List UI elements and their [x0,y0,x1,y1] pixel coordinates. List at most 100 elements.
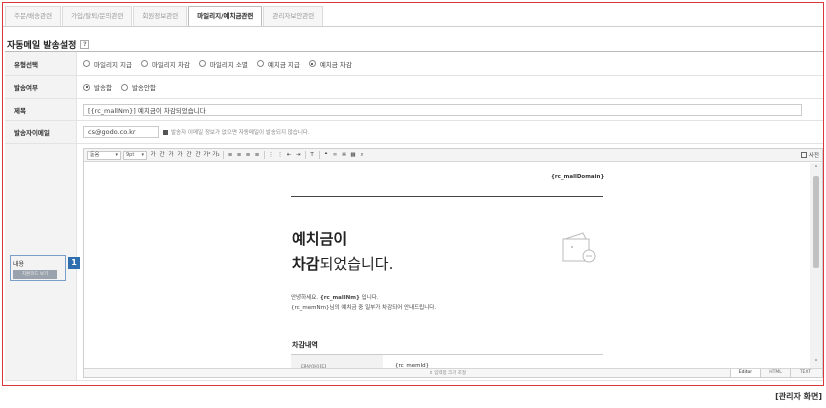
mall-domain-placeholder: {rc_mallDomain} [551,174,605,180]
table-icon[interactable]: ▦ [349,151,357,159]
mail-category-tabs: 주문/배송관련 가입/탈퇴/문의관련 회원정보관련 마일리지/예치금관련 관리자… [5,6,324,26]
radio-label: 마일리지 소멸 [209,60,248,69]
radio-circle[interactable] [140,60,148,67]
tab-divider [3,26,823,27]
radio-label: 마일리지 차감 [151,60,190,69]
editor-document[interactable]: {rc_mallDomain} 예치금이 차감되었습니다. 안녕하세요. {rc… [84,163,809,369]
title-label: 제목 [5,99,77,120]
outdent-icon[interactable]: ⇤ [285,151,293,159]
section-title-text: 자동메일 발송설정 [7,41,77,51]
font-family-select[interactable]: 돋움 ▾ [87,150,121,160]
sender-label: 발송자이메일 [5,121,77,143]
tab-order-shipping[interactable]: 주문/배송관련 [5,6,62,26]
scroll-up-icon[interactable]: ˄ [812,165,820,173]
greeting-prefix: 안녕하세요. [291,295,319,301]
strikethrough-icon[interactable]: 가 [176,151,184,159]
unordered-list-icon[interactable]: ⋮ [276,151,284,159]
ordered-list-icon[interactable]: ⋮ [267,151,275,159]
heading-rest: 되었습니다. [319,255,394,273]
align-left-icon[interactable]: ≡ [226,151,234,159]
chevron-down-icon: ▾ [115,151,118,158]
admin-panel-frame: 주문/배송관련 가입/탈퇴/문의관련 회원정보관련 마일리지/예치금관련 관리자… [2,2,824,386]
type-row: 유형선택 마일리지 지급 마일리지 차감 마일리지 소멸 예치금 지급 예치금 … [5,52,823,76]
special-char-icon[interactable]: ※ [340,151,348,159]
content-label-cell: 내용 치환코드 보기 1 [5,144,80,380]
radio-send-yes[interactable]: 발송함 [83,82,112,92]
radio-circle[interactable] [83,60,90,67]
align-justify-icon[interactable]: ≡ [253,151,261,159]
type-options: 마일리지 지급 마일리지 차감 마일리지 소멸 예치금 지급 예치금 차감 [77,52,823,75]
sender-note: 발송자 이메일 정보가 없으면 자동메일이 발송되지 않습니다. [163,128,310,136]
content-label: 내용 [13,261,25,268]
greeting-line: 안녕하세요. {rc_mallNm} 입니다. [291,293,379,301]
sender-email-input[interactable] [83,126,159,138]
clear-format-icon[interactable]: T [308,151,316,159]
greeting-mall: {rc_mallNm} [319,295,360,301]
send-label: 발송여부 [5,76,77,98]
radio-circle[interactable] [120,83,128,91]
superscript-icon[interactable]: 가² [203,151,211,159]
align-center-icon[interactable]: ≡ [235,151,243,159]
body-line: {rc_memNm}님의 예치금 중 일부가 차감되어 안내드립니다. [291,305,437,311]
scroll-down-icon[interactable]: ˅ [812,359,820,367]
radio-label: 발송함 [94,84,112,92]
title-input[interactable] [83,103,802,116]
tab-admin-security[interactable]: 관리자보안관련 [263,6,324,26]
find-icon[interactable]: ⌕ [358,151,366,159]
editor-statusbar: ⇕ 입력창 크기 조절 Editor HTML TEXT [84,368,822,377]
radio-mileage-give[interactable]: 마일리지 지급 [83,59,132,69]
section-title: 자동메일 발송설정 ? [7,38,90,51]
view-replace-code-button[interactable]: 치환코드 보기 [13,270,57,279]
info-icon [163,129,168,135]
mail-settings-form: 유형선택 마일리지 지급 마일리지 차감 마일리지 소멸 예치금 지급 예치금 … [5,51,823,381]
toolbar-separator [319,151,320,159]
fullscreen-label: 사전 [808,153,819,159]
radio-circle[interactable] [198,60,206,67]
heading-bold: 차감 [292,255,320,273]
sender-row: 발송자이메일 발송자 이메일 정보가 없으면 자동메일이 발송되지 않습니다. [5,121,823,144]
help-icon[interactable]: ? [80,40,90,49]
wallet-icon [562,232,596,263]
highlight-icon[interactable]: 간 [194,151,202,159]
align-right-icon[interactable]: ≡ [244,151,252,159]
tab-join-leave-inquiry[interactable]: 가입/탈퇴/문의관련 [62,6,133,26]
radio-label: 예치금 지급 [267,60,300,69]
greeting-suffix: 입니다. [361,295,379,301]
radio-circle[interactable] [256,60,264,67]
font-size-select[interactable]: 9pt ▾ [123,150,147,160]
radio-circle-selected[interactable] [83,83,90,91]
radio-mileage-expire[interactable]: 마일리지 소멸 [198,59,248,69]
subscript-icon[interactable]: 가₂ [212,151,220,159]
mode-tab-text[interactable]: TEXT [790,369,820,377]
mode-tab-html[interactable]: HTML [760,369,790,377]
link-icon[interactable]: ∞ [331,151,339,159]
radio-mileage-deduct[interactable]: 마일리지 차감 [140,59,190,69]
tab-member-info[interactable]: 회원정보관련 [133,6,188,26]
title-row: 제목 [5,99,823,121]
quote-icon[interactable]: ❝ [322,151,330,159]
bold-icon[interactable]: 가 [149,151,157,159]
underline-icon[interactable]: 간 [158,151,166,159]
toolbar-separator [305,151,306,159]
radio-deposit-give[interactable]: 예치금 지급 [256,59,300,69]
content-row: 내용 치환코드 보기 1 돋움 ▾ 9pt ▾ 가 간 가 가 간 간 가² 가₂ ≡ ≡ ≡ ≡ ⋮ ⋮ ⇤ ⇥… [5,144,823,381]
title-field [77,99,823,120]
fullscreen-button[interactable]: 사전 [800,151,819,159]
indent-icon[interactable]: ⇥ [294,151,302,159]
toolbar-separator [223,151,224,159]
radio-send-no[interactable]: 발송안함 [120,82,156,92]
sender-field: 발송자 이메일 정보가 없으면 자동메일이 발송되지 않습니다. [77,121,823,143]
tab-mileage-deposit[interactable]: 마일리지/예치금관련 [188,6,263,26]
vertical-scrollbar[interactable]: ˄ ˅ [810,163,822,369]
radio-deposit-deduct[interactable]: 예치금 차감 [308,59,352,69]
radio-label: 마일리지 지급 [94,60,132,69]
toolbar-separator [264,151,265,159]
radio-label: 발송안함 [131,84,156,92]
italic-icon[interactable]: 가 [167,151,175,159]
scrollbar-thumb[interactable] [813,176,819,268]
font-color-icon[interactable]: 간 [185,151,193,159]
mode-tab-editor[interactable]: Editor [730,369,760,377]
chevron-down-icon: ▾ [141,151,144,158]
resize-handle[interactable]: ⇕ 입력창 크기 조절 [429,370,466,376]
radio-circle-selected[interactable] [308,60,316,67]
